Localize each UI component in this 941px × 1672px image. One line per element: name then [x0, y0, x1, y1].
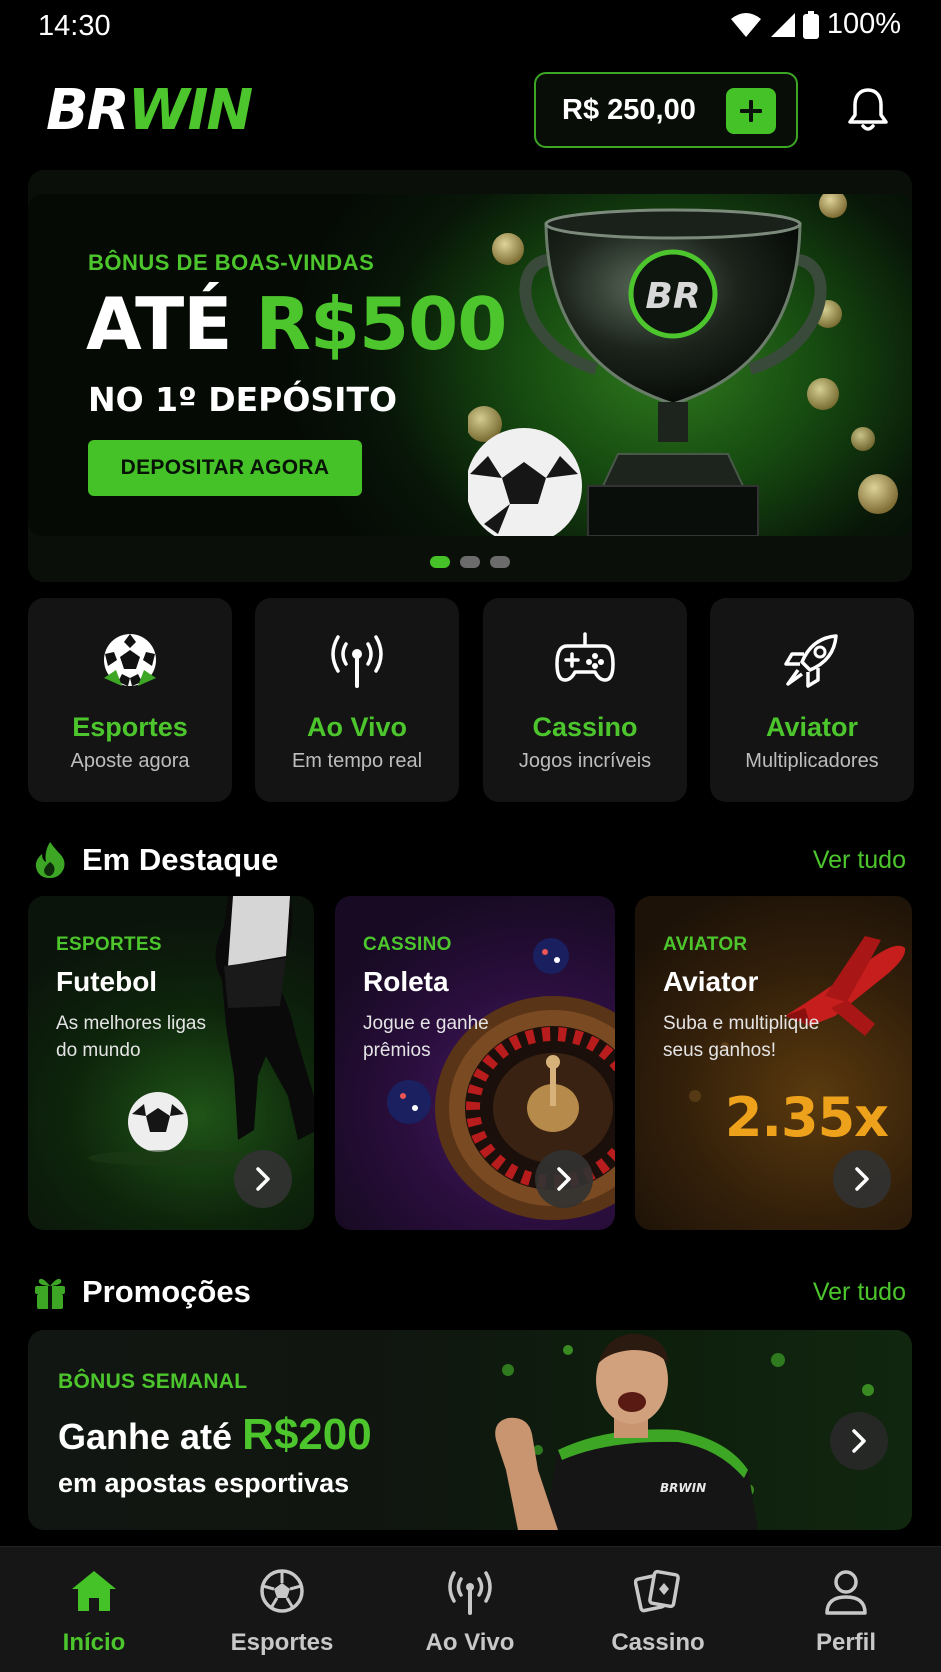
card-desc: As melhores ligas do mundo [56, 1013, 206, 1061]
featured-card-futebol[interactable]: ESPORTES Futebol As melhores ligas do mu… [28, 896, 314, 1230]
hero-subline: NO 1º DEPÓSITO [88, 380, 398, 419]
nav-label: Cassino [611, 1629, 705, 1656]
hero-headline: ATÉ R$500 [86, 288, 507, 360]
status-bar: 14:30 100% [0, 0, 941, 52]
brand-logo[interactable]: BRWIN [46, 78, 253, 143]
promotions-section-header: Promoções Ver tudo [28, 1270, 912, 1314]
rocket-icon [784, 634, 838, 688]
hero-carousel[interactable]: BR BÔNUS DE BOAS-VINDAS ATÉ R$500 NO 1º … [28, 170, 912, 582]
category-name: Cassino [532, 712, 638, 742]
add-funds-button[interactable] [726, 88, 776, 134]
gamepad-icon [555, 632, 615, 682]
trophy-badge: BR [645, 276, 700, 317]
plus-icon [740, 100, 762, 122]
chevron-right-icon [852, 1429, 866, 1453]
promo-title-prefix: Ganhe até [58, 1416, 243, 1457]
card-eyebrow: CASSINO [363, 934, 452, 955]
nav-label: Perfil [815, 1629, 877, 1656]
nav-label: Esportes [230, 1629, 334, 1656]
wifi-icon [730, 12, 761, 37]
hero-slide[interactable]: BR BÔNUS DE BOAS-VINDAS ATÉ R$500 NO 1º … [28, 194, 912, 536]
shirt-logo: BRWIN [660, 1481, 706, 1495]
category-desc: Aposte agora [70, 750, 190, 772]
bell-icon[interactable] [842, 84, 894, 136]
fire-icon [35, 842, 65, 878]
carousel-dot[interactable] [430, 556, 450, 568]
nav-perfil[interactable]: Perfil [752, 1547, 940, 1672]
chevron-right-icon [855, 1167, 869, 1191]
signal-icon [770, 12, 795, 37]
featured-section-header: Em Destaque Ver tudo [28, 838, 912, 882]
nav-label: Início [62, 1629, 126, 1656]
card-open-button[interactable] [535, 1150, 593, 1208]
category-name: Ao Vivo [306, 712, 408, 742]
hero-headline-amount: R$500 [255, 282, 508, 366]
promo-card-weekly-bonus[interactable]: BRWIN BÔNUS SEMANAL Ganhe até R$200 em a… [28, 1330, 912, 1530]
logo-part-1: BR [46, 78, 130, 143]
wallet-balance[interactable]: R$ 250,00 [534, 72, 798, 148]
card-open-button[interactable] [234, 1150, 292, 1208]
card-desc: Jogue e ganhe prêmios [363, 1013, 489, 1061]
card-title: Roleta [363, 966, 449, 997]
category-desc: Jogos incríveis [518, 750, 652, 772]
category-grid: Esportes Aposte agora Ao Vivo Em tempo r… [28, 598, 914, 802]
logo-part-2: WIN [127, 78, 253, 143]
promotions-see-all-link[interactable]: Ver tudo [813, 1278, 906, 1307]
card-title: Aviator [663, 966, 759, 997]
promo-desc: em apostas esportivas [58, 1468, 350, 1498]
category-esportes[interactable]: Esportes Aposte agora [28, 598, 232, 802]
hero-eyebrow: BÔNUS DE BOAS-VINDAS [88, 250, 375, 275]
category-ao-vivo[interactable]: Ao Vivo Em tempo real [255, 598, 459, 802]
soccer-ball-icon [104, 634, 156, 686]
bottom-navigation: Início Esportes Ao Vivo Cassino Perfil [0, 1546, 941, 1672]
home-icon [72, 1571, 116, 1611]
broadcast-icon [331, 635, 383, 688]
category-cassino[interactable]: Cassino Jogos incríveis [483, 598, 687, 802]
category-desc: Multiplicadores [745, 750, 879, 772]
featured-see-all-link[interactable]: Ver tudo [813, 846, 906, 875]
deposit-now-button[interactable]: DEPOSITAR AGORA [88, 440, 362, 496]
promo-title-amount: R$200 [242, 1410, 372, 1459]
carousel-dot[interactable] [460, 556, 480, 568]
app-header: BRWIN R$ 250,00 [0, 62, 941, 158]
carousel-indicators [28, 556, 912, 568]
section-title: Promoções [82, 1274, 251, 1309]
section-title: Em Destaque [82, 842, 279, 877]
soccer-ball-icon [260, 1569, 304, 1613]
card-open-button[interactable] [833, 1150, 891, 1208]
cards-icon [634, 1569, 680, 1613]
nav-inicio[interactable]: Início [0, 1547, 188, 1672]
nav-esportes[interactable]: Esportes [188, 1547, 376, 1672]
carousel-dot[interactable] [490, 556, 510, 568]
card-desc: Suba e multiplique seus ganhos! [663, 1013, 820, 1061]
nav-ao-vivo[interactable]: Ao Vivo [376, 1547, 564, 1672]
category-aviator[interactable]: Aviator Multiplicadores [710, 598, 914, 802]
battery-percent: 100% [826, 8, 901, 40]
card-eyebrow: AVIATOR [663, 934, 748, 955]
card-eyebrow: ESPORTES [56, 934, 162, 955]
chevron-right-icon [256, 1167, 270, 1191]
category-desc: Em tempo real [291, 750, 423, 772]
hero-headline-prefix: ATÉ [86, 282, 256, 366]
promo-title: Ganhe até R$200 [58, 1410, 372, 1460]
category-name: Esportes [72, 712, 188, 742]
promo-open-button[interactable] [830, 1412, 888, 1470]
broadcast-icon [448, 1571, 492, 1615]
user-icon [825, 1570, 867, 1615]
nav-cassino[interactable]: Cassino [564, 1547, 752, 1672]
category-name: Aviator [765, 712, 859, 742]
featured-card-roleta[interactable]: CASSINO Roleta Jogue e ganhe prêmios [335, 896, 615, 1230]
balance-amount: R$ 250,00 [562, 94, 696, 126]
gift-icon [35, 1278, 65, 1309]
battery-icon [802, 10, 819, 39]
trophy-illustration: BR [468, 194, 898, 536]
status-icons: 100% [730, 8, 901, 41]
chevron-right-icon [557, 1167, 571, 1191]
aviator-multiplier: 2.35x [724, 1086, 889, 1149]
nav-label: Ao Vivo [425, 1629, 515, 1656]
status-time: 14:30 [38, 10, 111, 42]
promo-eyebrow: BÔNUS SEMANAL [58, 1370, 248, 1393]
featured-card-aviator[interactable]: AVIATOR Aviator Suba e multiplique seus … [635, 896, 912, 1230]
card-title: Futebol [56, 966, 158, 997]
